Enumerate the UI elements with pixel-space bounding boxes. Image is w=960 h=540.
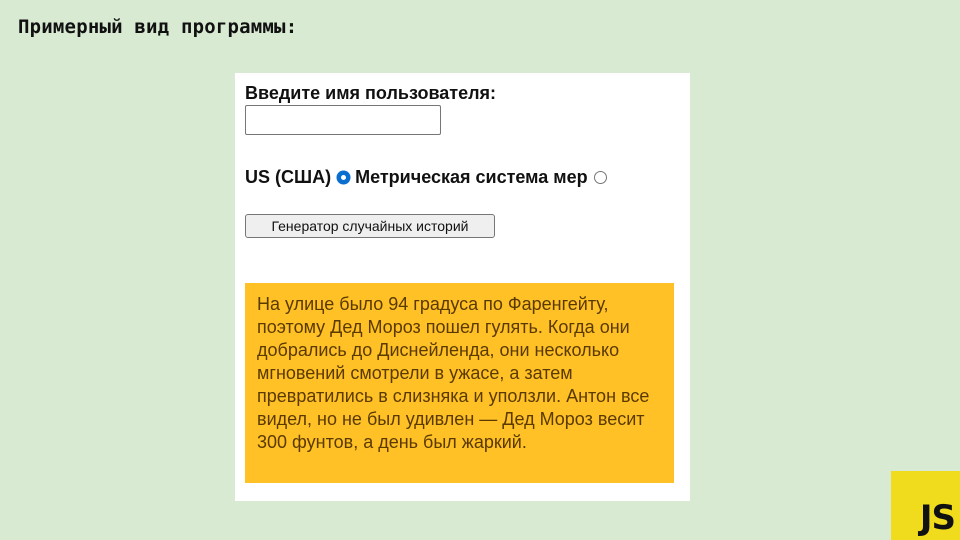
story-output: На улице было 94 градуса по Фаренгейту, … [245, 283, 674, 483]
js-logo-text: JS [919, 498, 956, 538]
slide-title: Примерный вид программы: [18, 16, 298, 38]
us-units-label: US (США) [245, 166, 332, 187]
units-radio-group: US (США) Метрическая система мер [245, 165, 612, 189]
username-label: Введите имя пользователя: [245, 83, 497, 103]
metric-units-label: Метрическая система мер [355, 166, 588, 187]
metric-units-radio[interactable] [593, 170, 607, 184]
generate-story-button[interactable]: Генератор случайных историй [245, 214, 495, 238]
us-units-radio[interactable] [337, 170, 351, 184]
js-logo: JS [891, 471, 960, 540]
app-panel: Введите имя пользователя: US (США) Метри… [235, 73, 690, 501]
username-input[interactable] [245, 105, 441, 135]
